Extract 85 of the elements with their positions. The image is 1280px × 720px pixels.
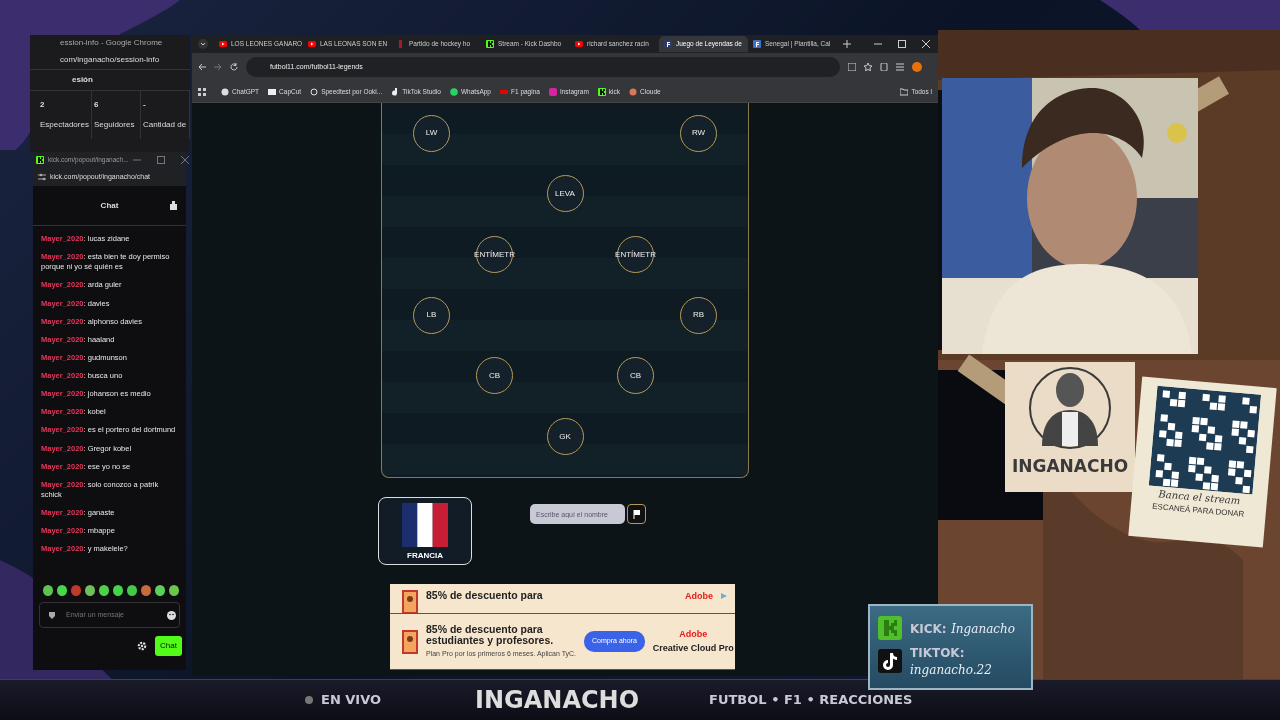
instagram-icon xyxy=(548,87,557,96)
kick-icon xyxy=(36,156,44,164)
tiktok-icon xyxy=(391,87,400,96)
player-slot[interactable]: GK xyxy=(546,418,584,456)
tune-icon[interactable] xyxy=(38,173,46,181)
ad-brand: Adobe xyxy=(679,628,708,641)
ad-product: Creative Cloud Pro xyxy=(652,641,734,655)
back-icon[interactable] xyxy=(198,63,206,71)
ad-brand: Adobe xyxy=(685,590,713,603)
settings-icon[interactable] xyxy=(137,641,147,651)
stat-value: 6 xyxy=(93,99,100,111)
player-slot[interactable]: LEVA xyxy=(546,175,584,213)
video-icon xyxy=(219,40,227,48)
emote-icon[interactable] xyxy=(169,585,179,596)
ad-headline: 85% de descuento para xyxy=(426,590,544,602)
capcut-icon xyxy=(268,87,277,96)
minimize-icon[interactable] xyxy=(874,40,882,48)
forward-icon[interactable] xyxy=(214,63,222,71)
dropdown-icon[interactable] xyxy=(198,39,208,49)
reload-icon[interactable] xyxy=(230,63,238,71)
apps-icon[interactable] xyxy=(198,87,206,96)
flag-icon xyxy=(632,509,641,519)
emote-icon[interactable] xyxy=(127,585,137,596)
live-label: EN VIVO xyxy=(321,691,382,710)
live-dot-icon xyxy=(305,696,313,704)
player-slot[interactable]: CB xyxy=(476,357,513,395)
ad-art-icon xyxy=(402,590,418,613)
gauge-icon xyxy=(310,87,319,96)
emote-icon[interactable] xyxy=(155,585,165,596)
emote-icon[interactable] xyxy=(99,585,109,596)
emote-icon[interactable] xyxy=(141,585,151,596)
flag-button[interactable] xyxy=(627,504,646,524)
emote-icon[interactable] xyxy=(57,585,67,596)
send-button[interactable]: Chat xyxy=(155,636,182,656)
flag-icon xyxy=(402,503,448,547)
menu-icon[interactable] xyxy=(896,63,904,71)
favicon-icon xyxy=(753,40,761,48)
video-icon xyxy=(575,40,583,48)
player-slot[interactable]: CB xyxy=(617,357,654,395)
player-slot[interactable]: ENTÍMETR xyxy=(617,236,654,274)
star-icon[interactable] xyxy=(864,63,872,71)
new-tab-icon[interactable] xyxy=(843,40,851,48)
avatar-icon[interactable] xyxy=(912,62,922,72)
url-text: com/inganacho/session-info xyxy=(60,54,160,66)
maximize-icon[interactable] xyxy=(898,40,906,48)
ad-headline: 85% de descuento para estudiantes y profesores. xyxy=(426,623,555,647)
ad-art-icon xyxy=(402,629,418,654)
favicon-icon xyxy=(397,40,405,48)
section-heading: esión xyxy=(72,74,93,86)
chat-heading: Chat xyxy=(100,199,119,212)
window-title: ession-info - Google Chrome xyxy=(60,37,163,49)
channel-name: INGANACHO xyxy=(475,685,640,716)
player-slot[interactable]: ENTÍMETR xyxy=(476,236,513,274)
chatgpt-icon xyxy=(221,87,229,96)
ad-banner[interactable]: 85% de descuento para Adobe xyxy=(390,584,735,614)
translate-icon[interactable] xyxy=(848,63,856,71)
extensions-icon[interactable] xyxy=(880,63,888,71)
kick-icon xyxy=(486,40,494,48)
stat-label: Cantidad de xyxy=(142,119,187,131)
emote-icon[interactable] xyxy=(85,585,95,596)
video-icon xyxy=(308,40,316,48)
topics-text: FUTBOL • F1 • REACCIONES xyxy=(709,691,913,710)
player-slot[interactable]: LB xyxy=(413,296,450,334)
stat-value: - xyxy=(142,99,147,111)
emote-icon[interactable] xyxy=(43,585,53,596)
stat-label: Espectadores xyxy=(40,119,89,131)
folder-icon xyxy=(900,87,909,96)
shield-icon xyxy=(48,611,56,619)
player-slot[interactable]: RB xyxy=(680,296,717,334)
favicon-icon xyxy=(664,40,672,48)
social-label: KICK: xyxy=(910,621,947,636)
kick-icon xyxy=(597,87,606,96)
stat-label: Seguidores xyxy=(93,119,136,131)
emoji-icon[interactable] xyxy=(167,610,176,620)
country-name: FRANCIA xyxy=(407,550,443,562)
kick-icon xyxy=(878,616,902,641)
claude-icon xyxy=(629,87,637,96)
whatsapp-icon xyxy=(450,87,458,96)
gift-icon[interactable] xyxy=(169,201,178,210)
stat-value: 2 xyxy=(40,99,46,111)
player-slot[interactable]: RW xyxy=(680,114,717,152)
player-slot[interactable]: LW xyxy=(413,114,450,152)
close-icon[interactable] xyxy=(922,40,930,48)
tiktok-icon xyxy=(878,649,902,673)
emote-icon[interactable] xyxy=(113,585,123,596)
